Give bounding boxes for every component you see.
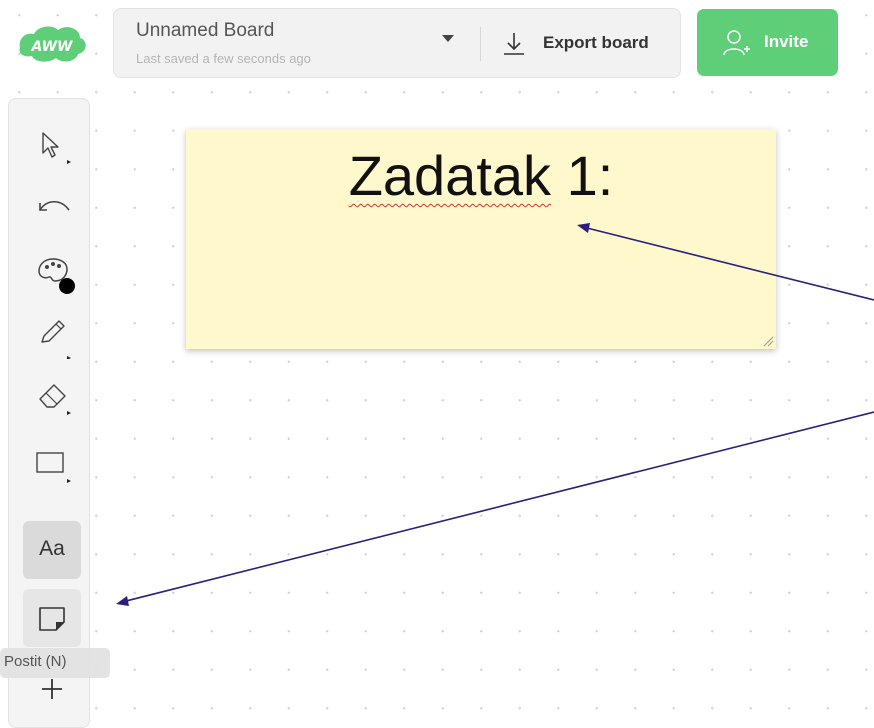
arrow-to-postit-tool: [125, 411, 874, 602]
annotation-arrows: [116, 223, 874, 606]
arrow-to-note: [586, 227, 874, 301]
arrowhead-note: [577, 223, 590, 233]
arrowhead-postit-tool: [116, 596, 129, 606]
